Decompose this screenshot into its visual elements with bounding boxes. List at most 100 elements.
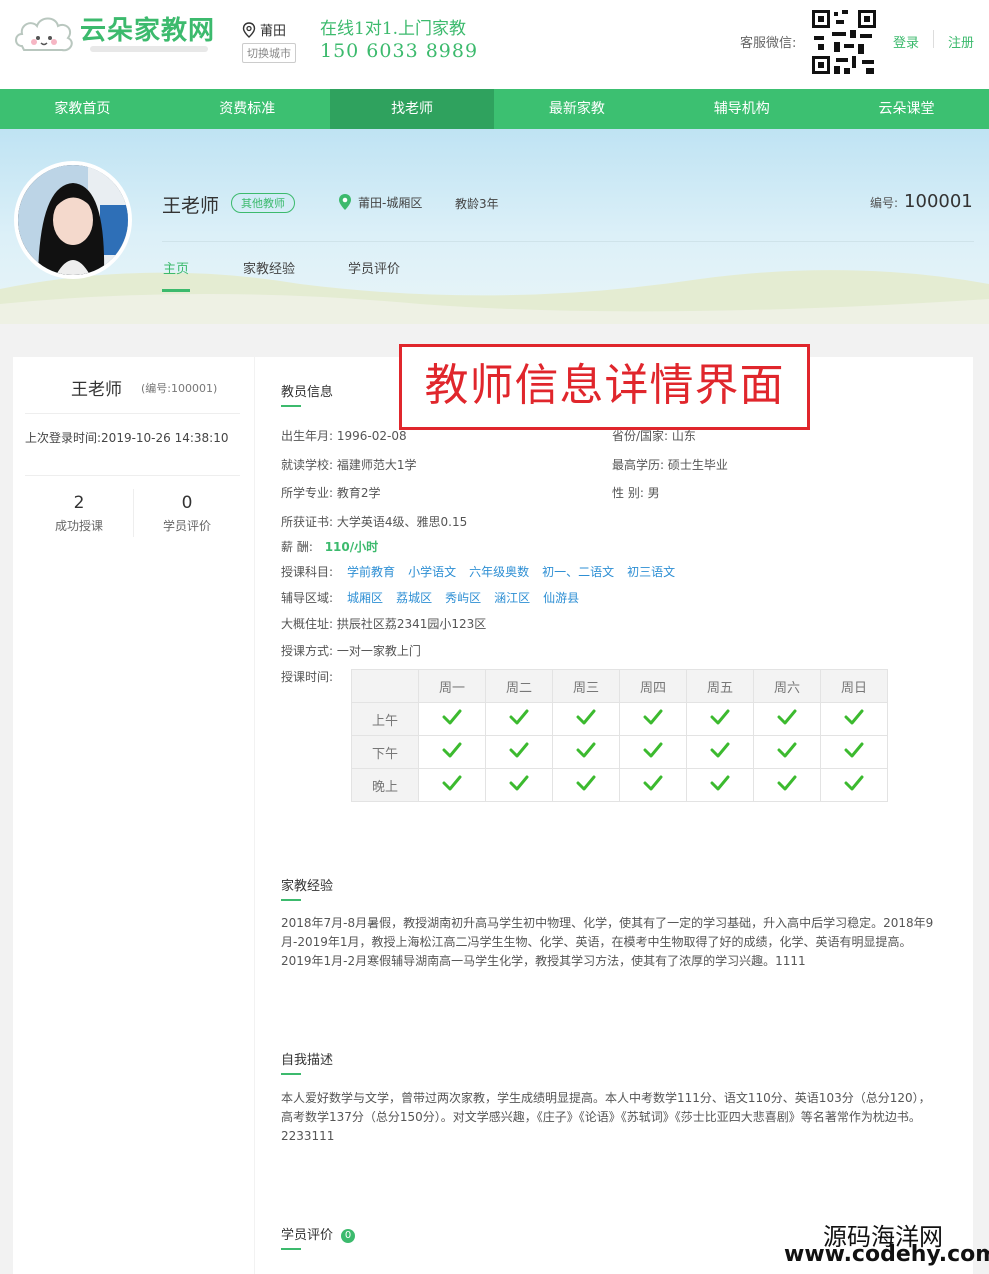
active-tab-indicator (162, 289, 190, 292)
nav-latest-jobs[interactable]: 最新家教 (494, 89, 659, 129)
teaching-age: 教龄3年 (455, 197, 499, 211)
schedule-day: 周五 (686, 669, 754, 703)
stat-success-lessons: 2 成功授课 (29, 493, 129, 534)
experience-text: 2018年7月-8月暑假，教授湖南初升高马学生初中物理、化学，使其有了一定的学习… (281, 916, 934, 968)
info-salary: 薪 酬: 110/小时 (281, 538, 378, 555)
area-link[interactable]: 城厢区 (347, 591, 383, 605)
check-icon (753, 702, 821, 736)
teacher-location: 莆田-城厢区 (338, 193, 422, 211)
subject-link[interactable]: 小学语文 (408, 565, 456, 579)
teacher-banner: 王老师 其他教师 莆田-城厢区 教龄3年 编号: 100001 主页 家教经验 学… (0, 129, 989, 324)
stat-reviews: 0 学员评价 (137, 493, 237, 534)
avatar-image (18, 165, 128, 275)
schedule-row-afternoon: 下午 (351, 735, 888, 769)
check-icon (485, 702, 553, 736)
tab-reviews[interactable]: 学员评价 (348, 258, 400, 277)
info-section-title: 教员信息 (281, 385, 334, 400)
nav-home[interactable]: 家教首页 (0, 89, 165, 129)
section-underline (281, 405, 301, 407)
section-underline (281, 1248, 301, 1250)
reviews-count-badge: 0 (341, 1228, 356, 1243)
schedule-period: 下午 (351, 735, 419, 769)
experience-section-title: 家教经验 (281, 879, 334, 894)
info-method: 授课方式: 一对一家教上门 (281, 644, 421, 658)
schedule-table: 周一 周二 周三 周四 周五 周六 周日 上午 下午 晚上 (351, 669, 888, 802)
teacher-location-text: 莆田-城厢区 (358, 195, 423, 210)
check-icon (418, 768, 486, 802)
service-phone: 150 6033 8989 (320, 40, 479, 62)
stat-value: 0 (181, 493, 193, 513)
teacher-sidebar: 王老师 (编号:100001) 上次登录时间:2019-10-26 14:38:… (13, 357, 254, 1274)
tab-experience[interactable]: 家教经验 (243, 258, 295, 277)
teacher-id-label: 编号: (870, 196, 899, 210)
info-gender: 性 别: 男 (612, 486, 660, 500)
check-icon (619, 735, 687, 769)
check-icon (820, 702, 888, 736)
stat-value: 2 (73, 493, 85, 513)
subject-link[interactable]: 学前教育 (347, 565, 395, 579)
area-link[interactable]: 仙游县 (543, 591, 579, 605)
salary-label: 薪 酬: (281, 540, 313, 554)
nav-institutions[interactable]: 辅导机构 (659, 89, 824, 129)
subject-link[interactable]: 初一、二语文 (542, 565, 614, 579)
info-degree: 最高学历: 硕士生毕业 (612, 458, 728, 472)
check-icon (619, 768, 687, 802)
info-major: 所学专业: 教育2学 (281, 486, 381, 500)
area-link[interactable]: 涵江区 (494, 591, 530, 605)
self-description-text: 本人爱好数学与文学，曾带过两次家教，学生成绩明显提高。本人中考数学111分、语文… (281, 1091, 931, 1143)
info-subjects: 授课科目: 学前教育 小学语文 六年级奥数 初一、二语文 初三语文 (281, 563, 688, 580)
check-icon (753, 768, 821, 802)
nav-find-teacher[interactable]: 找老师 (329, 89, 495, 129)
logo-subtitle-bar (90, 46, 208, 52)
info-areas: 辅导区域: 城厢区 荔城区 秀屿区 涵江区 仙游县 (281, 589, 592, 606)
current-city: 莆田 (260, 24, 287, 39)
reviews-title-text: 学员评价 (281, 1228, 334, 1243)
info-birth: 出生年月: 1996-02-08 (281, 429, 407, 443)
main-nav: 家教首页 资费标准 找老师 最新家教 辅导机构 云朵课堂 (0, 89, 989, 129)
area-link[interactable]: 秀屿区 (445, 591, 481, 605)
stat-label: 成功授课 (54, 519, 103, 533)
salary-value: 110/小时 (324, 540, 379, 554)
teacher-avatar (14, 161, 132, 279)
map-pin-icon (339, 194, 351, 210)
subject-link[interactable]: 六年级奥数 (469, 565, 529, 579)
top-header: 云朵家教网 莆田 切换城市 在线1对1.上门家教 150 6033 8989 客… (0, 0, 989, 89)
check-icon (418, 702, 486, 736)
self-description-title: 自我描述 (281, 1053, 334, 1068)
teacher-name: 王老师 (162, 195, 220, 217)
teacher-category-badge: 其他教师 (231, 193, 295, 213)
nav-pricing[interactable]: 资费标准 (165, 89, 330, 129)
schedule-period: 晚上 (351, 768, 419, 802)
switch-city-button[interactable]: 切换城市 (242, 43, 296, 63)
info-school: 就读学校: 福建师范大1学 (281, 458, 417, 472)
sidebar-teacher-name: 王老师 (71, 380, 122, 400)
schedule-day: 周六 (753, 669, 821, 703)
subject-link[interactable]: 初三语文 (627, 565, 675, 579)
check-icon (485, 735, 553, 769)
sidebar-divider (25, 413, 240, 414)
check-icon (820, 735, 888, 769)
schedule-row-morning: 上午 (351, 702, 888, 736)
watermark-url: www.codehy.com (784, 1242, 989, 1267)
cloud-logo-icon[interactable] (12, 12, 76, 58)
schedule-corner (351, 669, 419, 703)
tab-home[interactable]: 主页 (163, 258, 189, 277)
nav-classroom[interactable]: 云朵课堂 (824, 89, 989, 129)
reviews-section-title: 学员评价 0 (281, 1224, 356, 1243)
schedule-row-evening: 晚上 (351, 768, 888, 802)
wechat-qr-code-icon (810, 8, 878, 76)
schedule-day: 周日 (820, 669, 888, 703)
sidebar-divider (25, 475, 240, 476)
annotation-label: 教师信息详情界面 (399, 344, 810, 430)
login-link[interactable]: 登录 (893, 32, 919, 51)
check-icon (686, 735, 754, 769)
schedule-period: 上午 (351, 702, 419, 736)
teacher-id-value: 100001 (904, 191, 973, 212)
check-icon (619, 702, 687, 736)
check-icon (686, 702, 754, 736)
banner-divider (162, 241, 974, 242)
area-link[interactable]: 荔城区 (396, 591, 432, 605)
register-link[interactable]: 注册 (948, 32, 974, 51)
schedule-header-row: 周一 周二 周三 周四 周五 周六 周日 (351, 669, 888, 703)
site-logo-text[interactable]: 云朵家教网 (80, 10, 215, 47)
